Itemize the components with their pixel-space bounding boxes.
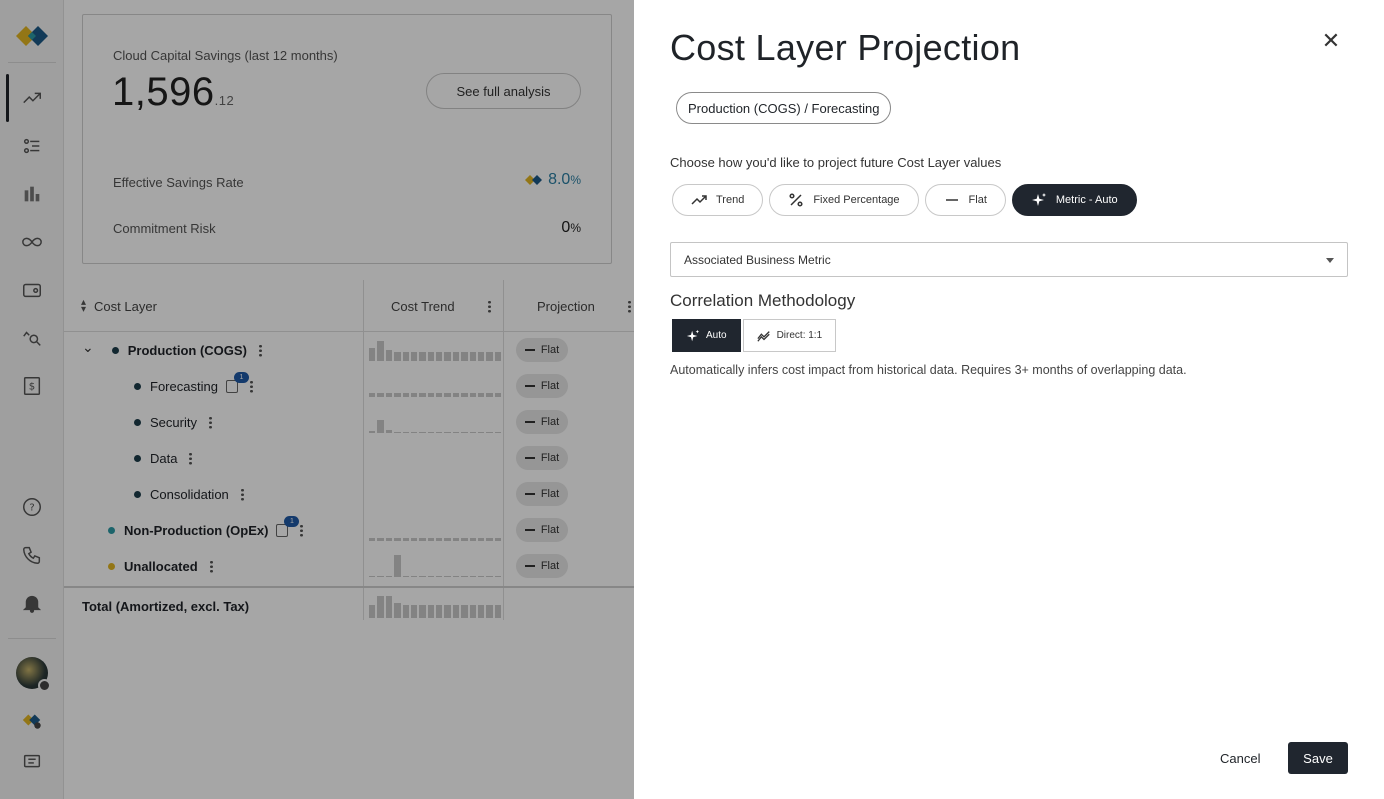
sparkle-icon [1031, 193, 1046, 206]
sparkle-icon [686, 329, 700, 341]
method-fixed-percentage-button[interactable]: Fixed Percentage [769, 184, 919, 216]
method-trend-button[interactable]: Trend [672, 184, 764, 216]
method-metric-auto-button[interactable]: Metric - Auto [1011, 184, 1137, 216]
correlation-methodology-title: Correlation Methodology [670, 291, 856, 310]
drawer-title: Cost Layer Projection [670, 27, 1021, 68]
save-button[interactable]: Save [1288, 742, 1348, 774]
chevron-down-icon [1326, 258, 1334, 263]
close-icon[interactable]: ✕ [1320, 28, 1342, 53]
percent-icon [789, 193, 803, 207]
correlation-description: Automatically infers cost impact from hi… [670, 363, 1187, 377]
flat-line-icon [945, 199, 958, 201]
correlation-direct-button[interactable]: Direct: 1:1 [742, 319, 837, 352]
layer-breadcrumb-chip: Production (COGS) / Forecasting [676, 92, 892, 124]
associated-business-metric-select[interactable]: Associated Business Metric [670, 242, 1348, 277]
correlation-methodology-toggle: Auto Direct: 1:1 [672, 319, 837, 352]
trend-icon [691, 195, 707, 205]
method-flat-button[interactable]: Flat [924, 184, 1006, 216]
modal-backdrop[interactable] [0, 0, 634, 799]
correlation-auto-button[interactable]: Auto [672, 319, 741, 352]
projection-method-prompt: Choose how you'd like to project future … [670, 155, 1002, 170]
cost-layer-projection-drawer: Cost Layer Projection ✕ Production (COGS… [634, 0, 1384, 799]
cancel-button[interactable]: Cancel [1216, 742, 1264, 774]
direct-line-icon [756, 330, 770, 342]
projection-method-group: Trend Fixed Percentage Flat Metric - Aut… [672, 184, 1137, 216]
